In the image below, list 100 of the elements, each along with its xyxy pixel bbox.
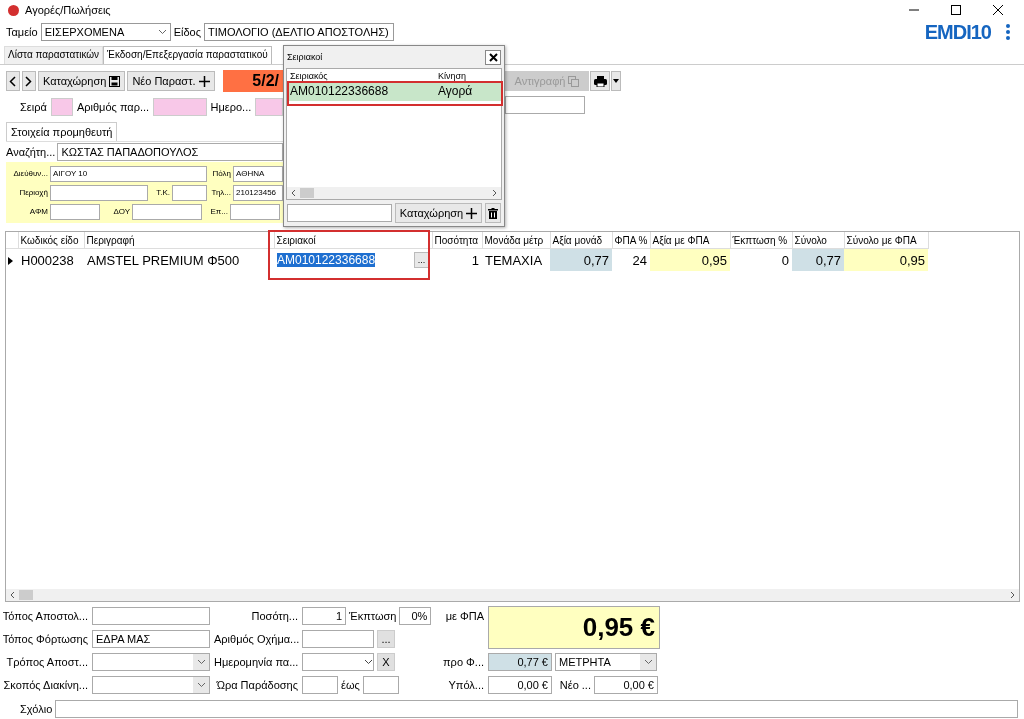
input-field[interactable] [302,630,374,648]
input-field[interactable] [50,203,100,220]
field-label: προ Φ... [442,656,484,668]
input-field[interactable]: ΕΔΡΑ ΜΑΣ [92,630,210,648]
input-field[interactable] [505,96,585,114]
save-button[interactable]: Καταχώρηση [37,71,126,91]
delete-button[interactable] [485,203,501,223]
logo: EMDI10 [924,20,991,44]
column-header[interactable]: Αξία με ΦΠΑ [650,232,730,249]
quantity-field[interactable]: 1 [302,607,346,625]
column-header[interactable]: Περιγραφή [84,232,274,249]
field-label: Αναζήτη... [6,146,56,158]
scroll-thumb[interactable] [300,188,314,198]
dropdown-button[interactable] [611,71,621,91]
discount-field[interactable]: 0% [399,607,432,625]
date-field[interactable] [302,653,374,671]
add-button[interactable]: Καταχώρηση [394,203,483,223]
new-balance-field: 0,00 € [594,676,658,694]
window-title: Αγορές/Πωλήσεις [25,4,111,16]
field-label: Αριθμός Οχήμα... [214,633,298,645]
input-field[interactable] [255,98,283,116]
field-label: Υπόλ... [447,679,484,691]
field-label: έως [341,679,360,691]
copy-icon [568,75,580,87]
table-cell: 24 [632,252,647,268]
input-field[interactable] [132,203,202,220]
field-label: Σκοπός Διακίνη... [2,679,88,691]
field-label: Πόλη [211,169,231,178]
chevron-down-icon [364,659,373,665]
input-field[interactable]: ΑΙΓΟΥ 10 [50,165,207,182]
previous-button[interactable] [6,71,20,91]
horizontal-scrollbar[interactable] [287,187,501,199]
scroll-left-icon[interactable] [10,591,15,599]
dialog-title: Σειριακοί [287,52,323,62]
next-button[interactable] [21,71,36,91]
table-cell: 0,95 [701,252,727,268]
print-button[interactable] [590,71,610,91]
total-amount: 0,95 € [488,606,660,649]
payment-method-dropdown[interactable]: ΜΕΤΡΗΤΑ [555,653,657,671]
caret-icon [613,79,619,83]
tab[interactable]: Στοιχεία προμηθευτή [6,122,118,141]
column-header[interactable]: Αξία μονάδ [550,232,612,249]
table-cell: 0 [781,252,789,268]
time-field[interactable] [362,676,399,694]
dropdown-field[interactable] [92,676,210,694]
column-header[interactable]: Ποσότητα [432,232,482,249]
input-field[interactable] [50,98,73,116]
column-header[interactable]: Έκπτωση % [730,232,792,249]
dropdown-field[interactable] [92,653,210,671]
field-label: Αριθμός παρ... [76,101,150,113]
table-cell: 0,77 [815,252,841,268]
field-label: Διεύθυν... [12,169,48,178]
printer-icon [593,75,607,87]
input-field[interactable] [172,184,207,201]
search-field[interactable]: ΚΩΣΤΑΣ ΠΑΠΑΔΟΠΟΥΛΟΣ [57,143,283,161]
field-label: Τόπος Φόρτωσης [2,633,88,645]
scroll-left-icon[interactable] [291,189,296,197]
tab[interactable]: Έκδοση/Επεξεργασία παραστατικού [103,46,272,64]
close-icon[interactable] [993,5,1003,15]
column-header: Σειριακός [289,71,329,81]
tab[interactable]: Λίστα παραστατικών [4,46,104,64]
time-field[interactable] [302,676,338,694]
field-label: Ταμείο [6,26,38,38]
maximize-icon[interactable] [951,5,961,15]
column-header[interactable]: Μονάδα μέτρ [482,232,550,249]
new-document-button[interactable]: Νέο Παραστ. [127,71,215,91]
net-amount-field: 0,77 € [488,653,552,671]
comment-field[interactable] [55,700,1018,718]
column-header[interactable]: Σειριακοί [274,232,432,249]
field-label: Είδος [173,26,201,38]
input-field[interactable] [287,204,392,222]
dropdown-field[interactable]: ΕΙΣΕΡΧΟΜΕΝΑ [40,23,171,41]
trash-icon [488,207,499,219]
input-field[interactable] [153,98,207,116]
scroll-thumb[interactable] [19,590,33,600]
column-header[interactable]: ΦΠΑ % [612,232,650,249]
scroll-right-icon[interactable] [1010,591,1015,599]
table-cell: 0,95 [899,252,925,268]
column-header[interactable]: Σύνολο με ΦΠΑ [844,232,928,249]
clear-button[interactable]: X [377,653,395,671]
cell-input[interactable]: AM010122336688 [277,253,376,267]
scroll-right-icon[interactable] [492,189,497,197]
column-header[interactable]: Σύνολο [792,232,844,249]
input-field[interactable]: 210123456 [233,184,283,201]
column-header[interactable]: Κωδικός είδο [18,232,84,249]
field-label: Τόπος Αποστολ... [2,610,88,622]
input-field[interactable] [92,607,210,625]
close-button[interactable] [485,49,501,65]
input-field[interactable] [230,203,280,220]
app-icon [8,4,19,16]
field-label: Περιοχή [18,188,48,197]
browse-button[interactable]: ... [377,630,395,648]
input-field[interactable] [50,184,148,201]
dropdown-field[interactable]: ΤΙΜΟΛΟΓΙΟ (ΔΕΛΤΙΟ ΑΠΟΣΤΟΛΗΣ) [204,23,394,41]
save-icon [109,75,121,87]
horizontal-scrollbar[interactable] [6,589,1019,601]
field-label: ΑΦΜ [28,207,48,216]
more-options-icon[interactable] [1006,24,1010,40]
input-field[interactable]: ΑΘΗΝΑ [233,165,283,182]
table-cell: AMSTEL PREMIUM Φ500 [87,252,240,268]
